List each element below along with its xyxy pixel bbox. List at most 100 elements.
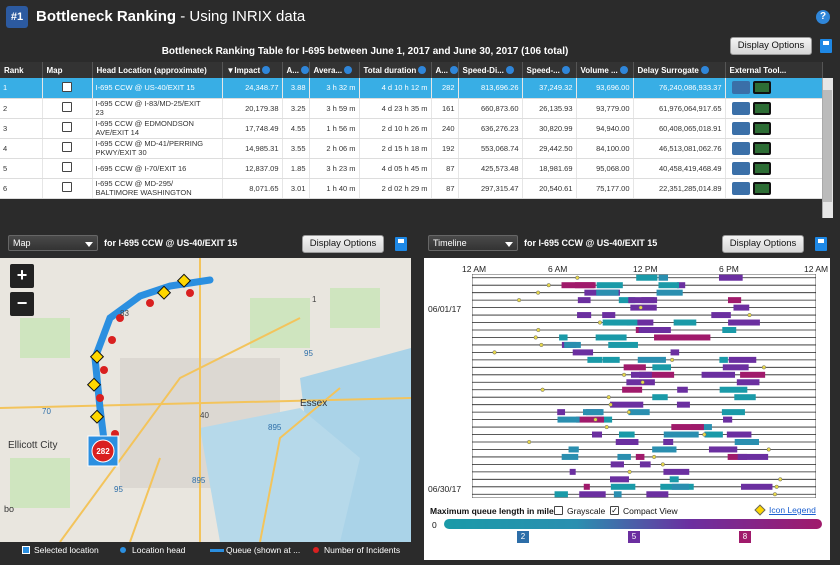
col-delay-surrogate[interactable]: Delay Surrogate [633, 62, 726, 78]
grayscale-checkbox[interactable] [554, 506, 563, 515]
cell-rank: 4 [0, 138, 43, 159]
cell-total-duration: 2 d 10 h 26 m [359, 118, 432, 139]
col-total-duration-label: Total duration [363, 65, 417, 75]
table-row[interactable]: 4 I-695 CCW @ MD-41/PERRING PKWY/EXIT 30 … [0, 138, 823, 159]
queue-block [636, 274, 658, 281]
chart-tool-icon[interactable] [731, 141, 750, 155]
cell-impact: 8,071.65 [222, 178, 283, 199]
timeline-save-icon[interactable] [815, 237, 827, 251]
table-row[interactable]: 2 I-695 CCW @ I-83/MD-25/EXIT 23 20,179.3… [0, 98, 823, 119]
map-tool-icon[interactable] [752, 101, 771, 115]
incident-dot [640, 380, 645, 385]
queue-block [602, 319, 638, 326]
cell-a2: 87 [431, 158, 459, 179]
chart-tool-icon[interactable] [731, 81, 750, 95]
compact-view-label: Compact View [623, 506, 678, 516]
col-total-duration[interactable]: Total duration [359, 62, 432, 78]
map-view[interactable]: 282 Essex Ellicott City bo 70 95 895 1 8… [0, 258, 411, 542]
queue-block [676, 401, 690, 408]
chart-tool-icon[interactable] [731, 181, 750, 195]
info-icon[interactable] [262, 66, 271, 75]
queue-block [557, 409, 566, 416]
info-icon[interactable] [418, 66, 427, 75]
map-location-label: for I-695 CCW @ US-40/EXIT 15 [104, 238, 238, 248]
map-checkbox[interactable] [62, 81, 72, 92]
cell-delay-surrogate: 40,458,419,468.49 [633, 158, 726, 179]
help-icon[interactable]: ? [816, 10, 830, 24]
cell-total-duration: 4 d 05 h 45 m [359, 158, 432, 179]
info-icon[interactable] [619, 66, 628, 75]
map-checkbox[interactable] [62, 122, 72, 132]
chart-tool-icon[interactable] [731, 101, 750, 115]
map-checkbox[interactable] [62, 182, 72, 192]
map-save-icon[interactable] [395, 237, 407, 251]
info-icon[interactable] [700, 66, 709, 75]
table-row[interactable]: 1 I-695 CCW @ US-40/EXIT 15 24,348.77 3.… [0, 78, 823, 99]
col-a2[interactable]: A... [431, 62, 459, 78]
queue-block [557, 416, 580, 423]
incident-dot [670, 357, 675, 362]
map-display-options-button[interactable]: Display Options [302, 235, 384, 253]
vertical-splitter[interactable] [414, 229, 422, 565]
chart-tool-icon[interactable] [731, 121, 750, 135]
col-average[interactable]: Avera... [309, 62, 360, 78]
cell-external-tools [725, 118, 823, 139]
right-panel-view-select[interactable]: Timeline [428, 235, 518, 251]
col-impact[interactable]: ▼Impact [222, 62, 283, 78]
chart-tool-icon[interactable] [731, 161, 750, 175]
queue-block [658, 274, 669, 281]
col-speed-differential[interactable]: Speed-Di... [458, 62, 523, 78]
compact-view-checkbox[interactable]: ✓ [610, 506, 619, 515]
cell-a1: 3.55 [282, 138, 310, 159]
col-external-tools[interactable]: External Tool... [725, 62, 823, 78]
info-icon[interactable] [449, 66, 457, 75]
cell-a2: 192 [431, 138, 459, 159]
cell-location: I-695 CCW @ I-70/EXIT 16 [92, 158, 223, 179]
col-a1[interactable]: A... [282, 62, 310, 78]
icon-legend-link[interactable]: Icon Legend [769, 505, 816, 515]
col-map[interactable]: Map [42, 62, 93, 78]
col-average-label: Avera... [313, 65, 343, 75]
map-tool-icon[interactable] [752, 141, 771, 155]
cell-volume: 93,779.00 [576, 98, 634, 119]
table-row[interactable]: 5 I-695 CCW @ I-70/EXIT 16 12,837.09 1.8… [0, 158, 823, 179]
incident-dot [606, 395, 611, 400]
table-display-options-button[interactable]: Display Options [730, 37, 812, 55]
incident-dot [597, 320, 602, 325]
cell-map [42, 158, 93, 179]
map-tool-icon[interactable] [752, 161, 771, 175]
incident-dot [604, 425, 609, 430]
left-panel-view-select[interactable]: Map [8, 235, 98, 251]
map-checkbox[interactable] [62, 142, 72, 152]
col-head-location[interactable]: Head Location (approximate) [92, 62, 223, 78]
info-icon[interactable] [300, 66, 308, 75]
info-icon[interactable] [344, 66, 353, 75]
horizontal-splitter[interactable] [0, 221, 840, 229]
timeline-chart[interactable]: 12 AM 6 AM 12 PM 6 PM 12 AM 06/01/17 06/… [424, 258, 830, 503]
legend-selected-label: Selected location [34, 545, 99, 555]
zoom-in-button[interactable]: + [10, 264, 34, 288]
timeline-display-options-button[interactable]: Display Options [722, 235, 804, 253]
map-tool-icon[interactable] [752, 181, 771, 195]
queue-block [722, 327, 737, 333]
table-save-icon[interactable] [820, 39, 832, 53]
table-scrollbar-thumb[interactable] [823, 90, 832, 202]
cell-volume: 75,177.00 [576, 178, 634, 199]
queue-block [572, 349, 594, 356]
map-checkbox[interactable] [62, 162, 72, 172]
map-tool-icon[interactable] [752, 121, 771, 135]
table-row[interactable]: 6 I-695 CCW @ MD-295/BALTIMORE WASHINGTO… [0, 178, 823, 199]
queue-block [591, 431, 603, 438]
queue-length-label: Maximum queue length in miles [430, 506, 559, 516]
app-title-bold: Bottleneck Ranking [36, 8, 177, 25]
table-row[interactable]: 3 I-695 CCW @ EDMONDSON AVE/EXIT 14 17,74… [0, 118, 823, 139]
col-volume[interactable]: Volume ... [576, 62, 634, 78]
map-tool-icon[interactable] [752, 81, 771, 95]
queue-block [733, 304, 750, 311]
col-speed[interactable]: Speed-... [522, 62, 577, 78]
map-checkbox[interactable] [62, 102, 72, 112]
zoom-out-button[interactable]: − [10, 292, 34, 316]
col-rank[interactable]: Rank [0, 62, 43, 78]
info-icon[interactable] [505, 66, 514, 75]
info-icon[interactable] [561, 66, 570, 75]
